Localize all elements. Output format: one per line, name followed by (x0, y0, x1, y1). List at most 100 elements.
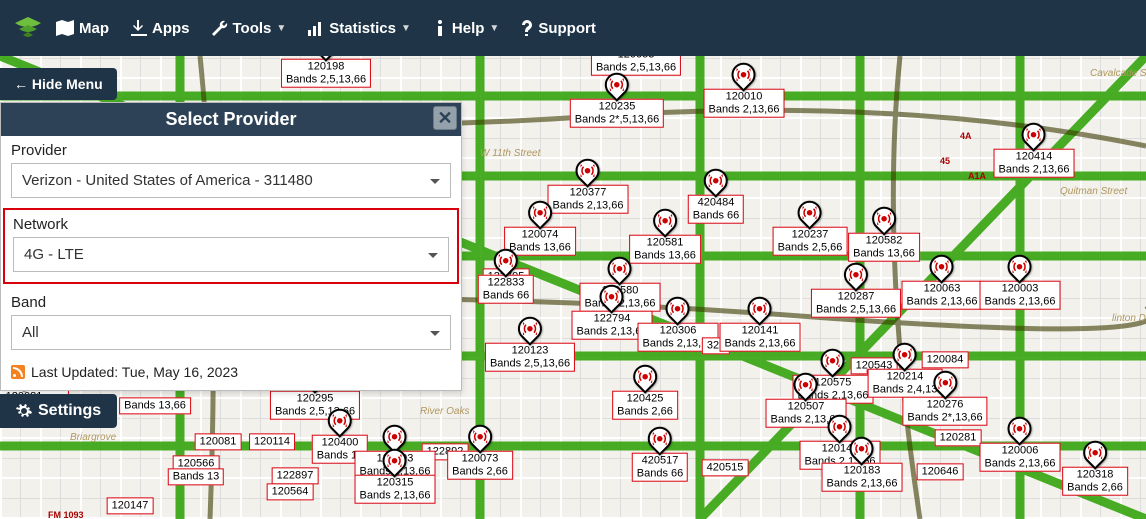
tower-marker[interactable]: 120564 (267, 481, 314, 500)
tower-label: 120276Bands 2*,13,66 (902, 397, 987, 426)
tower-pin-icon (1017, 118, 1051, 152)
nav-statistics[interactable]: Statistics ▼ (300, 14, 419, 43)
tower-pin-icon (845, 432, 879, 466)
tower-pin-icon (603, 252, 637, 286)
panel-close-button[interactable]: ✕ (433, 106, 457, 130)
street-label: Cavalcade Str (1090, 68, 1146, 79)
bars-icon (308, 20, 324, 36)
tower-pin-icon (489, 244, 523, 278)
tower-marker[interactable]: 120281 (935, 427, 982, 446)
network-select[interactable]: 4G - LTE (13, 237, 449, 272)
tower-marker[interactable]: 120287Bands 2,5,13,66 (811, 263, 901, 318)
tower-marker[interactable]: 120063Bands 2,13,66 (902, 255, 983, 310)
nav-support-label: Support (538, 20, 596, 37)
map-canvas[interactable]: W 11th Street Cavalcade Str Quitman Street… (0, 56, 1146, 519)
tower-marker[interactable]: 120003Bands 2,13,66 (980, 255, 1061, 310)
tower-marker[interactable]: 120315Bands 2,13,66 (355, 449, 436, 504)
tower-label: 120063Bands 2,13,66 (902, 281, 983, 310)
tower-marker[interactable]: 120081 (195, 431, 242, 450)
tower-label: 120010Bands 2,13,66 (704, 89, 785, 118)
nav-help[interactable]: Help ▼ (425, 14, 507, 43)
gear-icon (16, 403, 32, 419)
download-icon (131, 20, 147, 36)
tower-marker[interactable]: 120582Bands 13,66 (848, 207, 920, 262)
tower-marker[interactable]: 120276Bands 2*,13,66 (902, 371, 987, 426)
tower-marker[interactable]: 120237Bands 2,5,66 (773, 201, 848, 256)
tower-pin-icon (727, 58, 761, 92)
tower-marker[interactable]: 120581Bands 13,66 (629, 209, 701, 264)
band-value: All (22, 324, 39, 341)
nav-support[interactable]: Support (513, 14, 604, 43)
tower-pin-icon (925, 250, 959, 284)
tower-pin-icon (789, 368, 823, 402)
street-label: Quitman Street (1060, 186, 1127, 197)
nav-tools-label: Tools (233, 20, 272, 37)
tower-pin-icon (867, 202, 901, 236)
tower-marker[interactable]: 420517Bands 66 (632, 427, 688, 482)
provider-select[interactable]: Verizon - United States of America - 311… (11, 163, 451, 198)
settings-button[interactable]: Settings (0, 394, 117, 428)
tower-label: 120425Bands 2,66 (612, 391, 678, 420)
tower-label: 120183Bands 2,13,66 (822, 463, 903, 492)
rss-icon[interactable] (11, 365, 25, 379)
caret-down-icon: ▼ (489, 23, 499, 34)
nav-help-label: Help (452, 20, 485, 37)
highway-label: 4A (960, 131, 972, 141)
nav-map-label: Map (79, 20, 109, 37)
last-updated-row: Last Updated: Tue, May 16, 2023 (11, 360, 451, 380)
tower-marker[interactable]: 120646 (917, 461, 964, 480)
tower-marker[interactable]: 122833Bands 66 (478, 249, 534, 304)
tower-label: 120003Bands 2,13,66 (980, 281, 1061, 310)
tower-pin-icon (928, 366, 962, 400)
caret-down-icon: ▼ (276, 23, 286, 34)
tower-marker[interactable]: 120006Bands 2,13,66 (980, 417, 1061, 472)
tower-pin-icon (1003, 412, 1037, 446)
street-label: linton Dr (1112, 313, 1146, 324)
tower-marker[interactable]: Bands 13 (168, 466, 224, 485)
nav-tools[interactable]: Tools ▼ (204, 14, 295, 43)
tower-marker[interactable]: 120425Bands 2,66 (612, 365, 678, 420)
tower-pin-icon (1003, 250, 1037, 284)
tower-label: 122833Bands 66 (478, 275, 534, 304)
tower-marker[interactable]: 120318Bands 2,66 (1062, 441, 1128, 496)
nav-map[interactable]: Map (48, 14, 117, 43)
tower-pin-icon (743, 292, 777, 326)
tower-marker[interactable]: 120147 (107, 495, 154, 514)
network-label: Network (13, 216, 449, 233)
tower-label: 120315Bands 2,13,66 (355, 475, 436, 504)
tower-label: 120073Bands 2,66 (447, 451, 513, 480)
tower-pin-icon (628, 360, 662, 394)
tower-label: Bands 13,66 (119, 397, 191, 414)
provider-value: Verizon - United States of America - 311… (22, 172, 313, 189)
tower-marker[interactable]: 120198Bands 2,5,13,66 (281, 56, 371, 88)
close-icon: ✕ (437, 108, 452, 129)
network-value: 4G - LTE (24, 246, 84, 263)
tower-marker[interactable]: Bands 13,66 (119, 395, 191, 414)
band-select[interactable]: All (11, 315, 451, 350)
nav-apps[interactable]: Apps (123, 14, 198, 43)
tower-marker[interactable]: 120123Bands 2,5,13,66 (485, 317, 575, 372)
select-provider-panel: Select Provider ✕ Provider Verizon - Uni… (0, 102, 462, 391)
hide-menu-button[interactable]: ← Hide Menu (0, 68, 117, 100)
tower-marker[interactable]: 120114 (249, 431, 295, 450)
panel-title-bar: Select Provider ✕ (1, 103, 461, 136)
tower-marker[interactable]: 120235Bands 2*,5,13,66 (570, 73, 664, 128)
map-icon (56, 20, 74, 36)
street-label: W 11th Street (480, 148, 540, 159)
nav-statistics-label: Statistics (329, 20, 396, 37)
tower-marker[interactable]: 120073Bands 2,66 (447, 425, 513, 480)
highway-label: A1A (968, 171, 986, 181)
tower-label: 120114 (249, 433, 295, 450)
tower-marker[interactable]: 120010Bands 2,13,66 (704, 63, 785, 118)
tower-pin-icon (463, 420, 497, 454)
street-label: Briargrove (70, 432, 116, 443)
tower-marker[interactable]: 120141Bands 2,13,66 (720, 297, 801, 352)
tower-label: 120141Bands 2,13,66 (720, 323, 801, 352)
panel-title: Select Provider (165, 109, 296, 129)
tower-marker[interactable]: 120183Bands 2,13,66 (822, 437, 903, 492)
tower-marker[interactable]: 420515 (702, 457, 749, 476)
tower-marker[interactable]: 120414Bands 2,13,66 (994, 123, 1075, 178)
tower-pin-icon (643, 422, 677, 456)
tower-marker[interactable]: 120074Bands 13,66 (504, 201, 576, 256)
tower-pin-icon (793, 196, 827, 230)
